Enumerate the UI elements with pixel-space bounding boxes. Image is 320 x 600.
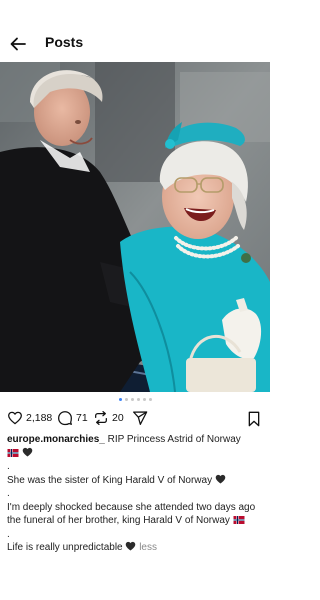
carousel-dot[interactable] — [148, 398, 152, 401]
like-button[interactable]: 2,188 — [7, 410, 52, 426]
back-button[interactable] — [8, 34, 28, 54]
share-button[interactable] — [132, 410, 148, 426]
caption-line-life: Life is really unpredictable less — [7, 541, 264, 555]
comment-count: 71 — [76, 412, 88, 424]
repost-count: 20 — [112, 412, 124, 424]
caption-headline-line: europe.monarchies_ RIP Princess Astrid o… — [7, 433, 264, 460]
carousel-dot[interactable] — [136, 398, 140, 401]
heart-icon — [8, 411, 22, 425]
caption-headline: RIP Princess Astrid of Norway — [107, 434, 241, 445]
caption-separator: . — [7, 461, 10, 472]
comment-bubble-icon — [58, 411, 72, 426]
page-title: Posts — [45, 34, 84, 50]
like-count: 2,188 — [26, 412, 53, 424]
black-heart-icon — [126, 541, 136, 551]
post-photo[interactable] — [0, 62, 270, 392]
send-icon — [133, 411, 148, 425]
caption-separator: . — [7, 488, 10, 499]
norway-flag-icon — [7, 448, 19, 457]
caption-line-shocked: I'm deeply shocked because she attended … — [7, 501, 264, 528]
save-button[interactable] — [247, 411, 261, 427]
caption-separator: . — [7, 528, 10, 540]
black-heart-icon — [22, 447, 33, 457]
black-heart-icon — [215, 474, 226, 484]
caption-sister-text: She was the sister of King Harald V of N… — [7, 474, 213, 486]
author-username[interactable]: europe.monarchies_ — [7, 434, 105, 445]
carousel-dot[interactable] — [124, 398, 128, 401]
caption-shocked-text: I'm deeply shocked because she attended … — [7, 501, 256, 527]
post-actions: 2,188 71 20 — [0, 408, 270, 430]
post-photo-illustration — [0, 62, 270, 392]
top-bar: Posts — [0, 28, 270, 60]
caption-line-sister: She was the sister of King Harald V of N… — [7, 474, 264, 488]
post-caption: europe.monarchies_ RIP Princess Astrid o… — [7, 433, 264, 555]
carousel-dot[interactable] — [130, 398, 134, 401]
repost-button[interactable]: 20 — [93, 410, 124, 426]
carousel-dot-active[interactable] — [118, 398, 122, 401]
bookmark-icon — [248, 411, 260, 427]
carousel-indicator — [0, 398, 270, 404]
comment-button[interactable]: 71 — [57, 410, 88, 426]
repost-icon — [95, 411, 107, 425]
norway-flag-icon — [233, 516, 245, 524]
carousel-dot[interactable] — [142, 398, 146, 401]
caption-life-text: Life is really unpredictable — [7, 542, 123, 553]
show-less-link[interactable]: less — [139, 542, 157, 553]
arrow-left-icon — [10, 37, 26, 51]
